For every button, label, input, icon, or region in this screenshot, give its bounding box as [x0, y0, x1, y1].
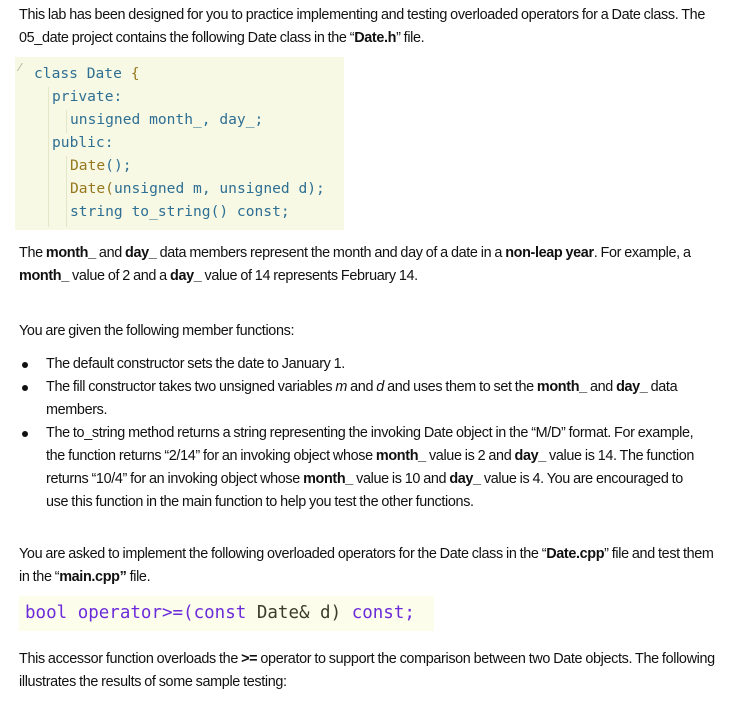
bold-text: day_ [449, 471, 481, 487]
given-heading: You are given the following member funct… [19, 323, 295, 339]
code-keyword: const; [351, 603, 415, 623]
text: value is 10 and [352, 471, 450, 487]
bold-text: month_ [303, 471, 353, 487]
code-line-private: private: [52, 88, 123, 105]
list-item: The fill constructor takes two unsigned … [19, 376, 704, 422]
text: value is 2 and [425, 448, 515, 464]
text: The fill constructor takes two unsigned … [46, 379, 336, 395]
text: value of 14 represents February 14. [201, 268, 419, 284]
bullet-icon [22, 385, 28, 391]
bullet-icon [22, 362, 28, 368]
bold-text: main.cpp” [59, 569, 127, 585]
code-line-public: public: [52, 134, 114, 151]
text: and [95, 245, 126, 261]
code-args: unsigned m, unsigned d [113, 180, 308, 197]
code-operator: operator>=( [77, 603, 194, 623]
implement-paragraph: You are asked to implement the following… [19, 543, 719, 589]
intro-text-end: ” file. [396, 30, 425, 46]
text: and uses them to set the [383, 379, 537, 395]
class-code-block: ⁄ class Date { private: unsigned month_,… [15, 57, 344, 230]
indent-guide [48, 87, 49, 227]
text: file. [126, 569, 151, 585]
code-keyword: bool [25, 603, 68, 623]
code-line-fill-ctor: Date(unsigned m, unsigned d); [70, 177, 325, 200]
bold-text: non-leap year [505, 245, 594, 261]
list-item: The default constructor sets the date to… [19, 353, 704, 376]
operator-code-block: bool operator>=(const Date& d) const; [19, 596, 434, 631]
code-line-class: class Date { [34, 62, 139, 85]
indent-guide [66, 110, 67, 133]
accessor-description: This accessor function overloads the >= … [19, 648, 724, 694]
indent-guide [66, 156, 67, 227]
list-item: The to_string method returns a string re… [19, 422, 704, 514]
bold-text: month_ [19, 268, 69, 284]
bold-text: Date.cpp [546, 546, 605, 562]
member-functions-list: The default constructor sets the date to… [19, 353, 704, 514]
fold-marker-icon: ⁄ [19, 61, 21, 74]
members-description: The month_ and day_ data members represe… [19, 242, 714, 288]
bold-text: day_ [170, 268, 202, 284]
bold-text: month_ [375, 448, 426, 464]
bullet-icon [22, 431, 28, 437]
intro-filename: Date.h [354, 30, 397, 46]
code-brace: { [130, 65, 140, 82]
intro-paragraph: This lab has been designed for you to pr… [19, 4, 709, 50]
code-punct: ( [105, 180, 114, 197]
text: The [19, 245, 46, 261]
text: value of 2 and a [68, 268, 170, 284]
code-line-to-string: string to_string() const; [70, 203, 290, 220]
code-keyword: const [193, 603, 247, 623]
bold-text: month_ [45, 245, 96, 261]
bold-text: day_ [616, 379, 648, 395]
text: data members represent the month and day… [156, 245, 506, 261]
code-class-name: Date [86, 65, 122, 82]
code-fn-name: Date [70, 180, 106, 197]
code-keyword: class [34, 65, 78, 82]
italic-text: m [335, 379, 347, 395]
text: and [586, 379, 617, 395]
code-line-members: unsigned month_, day_; [70, 111, 264, 128]
bold-text: month_ [536, 379, 587, 395]
code-punct: (); [105, 157, 132, 174]
code-line-default-ctor: Date(); [70, 154, 132, 177]
text: This accessor function overloads the [19, 651, 242, 667]
bold-text: day_ [125, 245, 157, 261]
text: You are asked to implement the following… [19, 546, 547, 562]
code-param: Date& d) [256, 603, 342, 623]
italic-text: d [376, 379, 384, 395]
list-item-text: The default constructor sets the date to… [46, 356, 345, 372]
text: and [347, 379, 377, 395]
bold-text: day_ [514, 448, 547, 464]
bold-text: >= [241, 651, 258, 667]
code-punct: ); [307, 180, 325, 197]
text: . For example, a [593, 245, 691, 261]
code-fn-name: Date [70, 157, 106, 174]
